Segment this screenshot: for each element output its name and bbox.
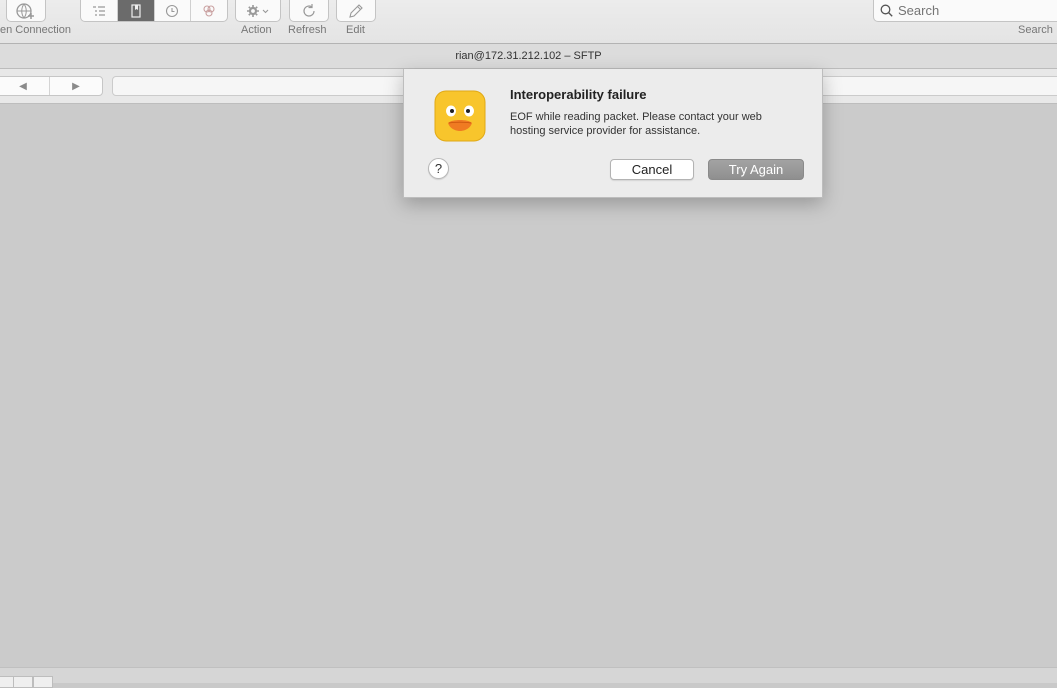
bookmark-book-icon: [131, 3, 141, 18]
gear-chevron-icon: [247, 4, 269, 17]
outline-list-icon: [92, 5, 105, 16]
globe-plus-icon: [16, 2, 34, 19]
clock-icon: [166, 4, 179, 17]
help-button[interactable]: ?: [428, 158, 449, 179]
history-segment[interactable]: [155, 0, 192, 21]
forward-button[interactable]: ▶: [50, 77, 102, 95]
refresh-button[interactable]: [289, 0, 329, 22]
open-connection-label: en Connection: [0, 24, 71, 36]
toolbar: en Connection Action Refresh Edit Search…: [0, 0, 1057, 44]
view-segmented-control: [80, 0, 228, 22]
search-label: Search: [1018, 24, 1053, 36]
edit-label: Edit: [346, 24, 365, 36]
navigation-segmented-control: ◀ ▶: [0, 76, 103, 96]
open-connection-button[interactable]: [6, 0, 46, 22]
pencil-icon: [349, 3, 363, 18]
error-dialog: Interoperability failure EOF while readi…: [403, 69, 823, 198]
refresh-icon: [303, 3, 315, 17]
refresh-label: Refresh: [288, 24, 327, 36]
browser-view-segment[interactable]: [81, 0, 118, 21]
back-arrow-icon: ◀: [19, 80, 27, 92]
dialog-message: EOF while reading packet. Please contact…: [510, 111, 762, 137]
status-bar-edit-button[interactable]: [13, 676, 33, 688]
cancel-button[interactable]: Cancel: [610, 159, 694, 180]
search-icon: [880, 4, 893, 17]
action-button[interactable]: [235, 0, 281, 22]
search-field[interactable]: [873, 0, 1057, 22]
bonjour-segment[interactable]: [191, 0, 227, 21]
forward-arrow-icon: ▶: [72, 80, 80, 92]
bonjour-icon: [203, 4, 215, 17]
status-bar: [0, 667, 1057, 688]
status-bar-button[interactable]: [0, 676, 14, 688]
search-input[interactable]: [898, 3, 1048, 18]
cyberduck-app-icon: [434, 90, 486, 142]
window-title: rian@172.31.212.102 – SFTP: [0, 44, 1057, 69]
back-button[interactable]: ◀: [0, 77, 50, 95]
try-again-button[interactable]: Try Again: [708, 159, 804, 180]
status-bar-toggle-button[interactable]: [33, 676, 53, 688]
bookmarks-segment[interactable]: [117, 0, 155, 21]
dialog-title: Interoperability failure: [510, 87, 647, 102]
action-label: Action: [241, 24, 272, 36]
edit-button[interactable]: [336, 0, 376, 22]
